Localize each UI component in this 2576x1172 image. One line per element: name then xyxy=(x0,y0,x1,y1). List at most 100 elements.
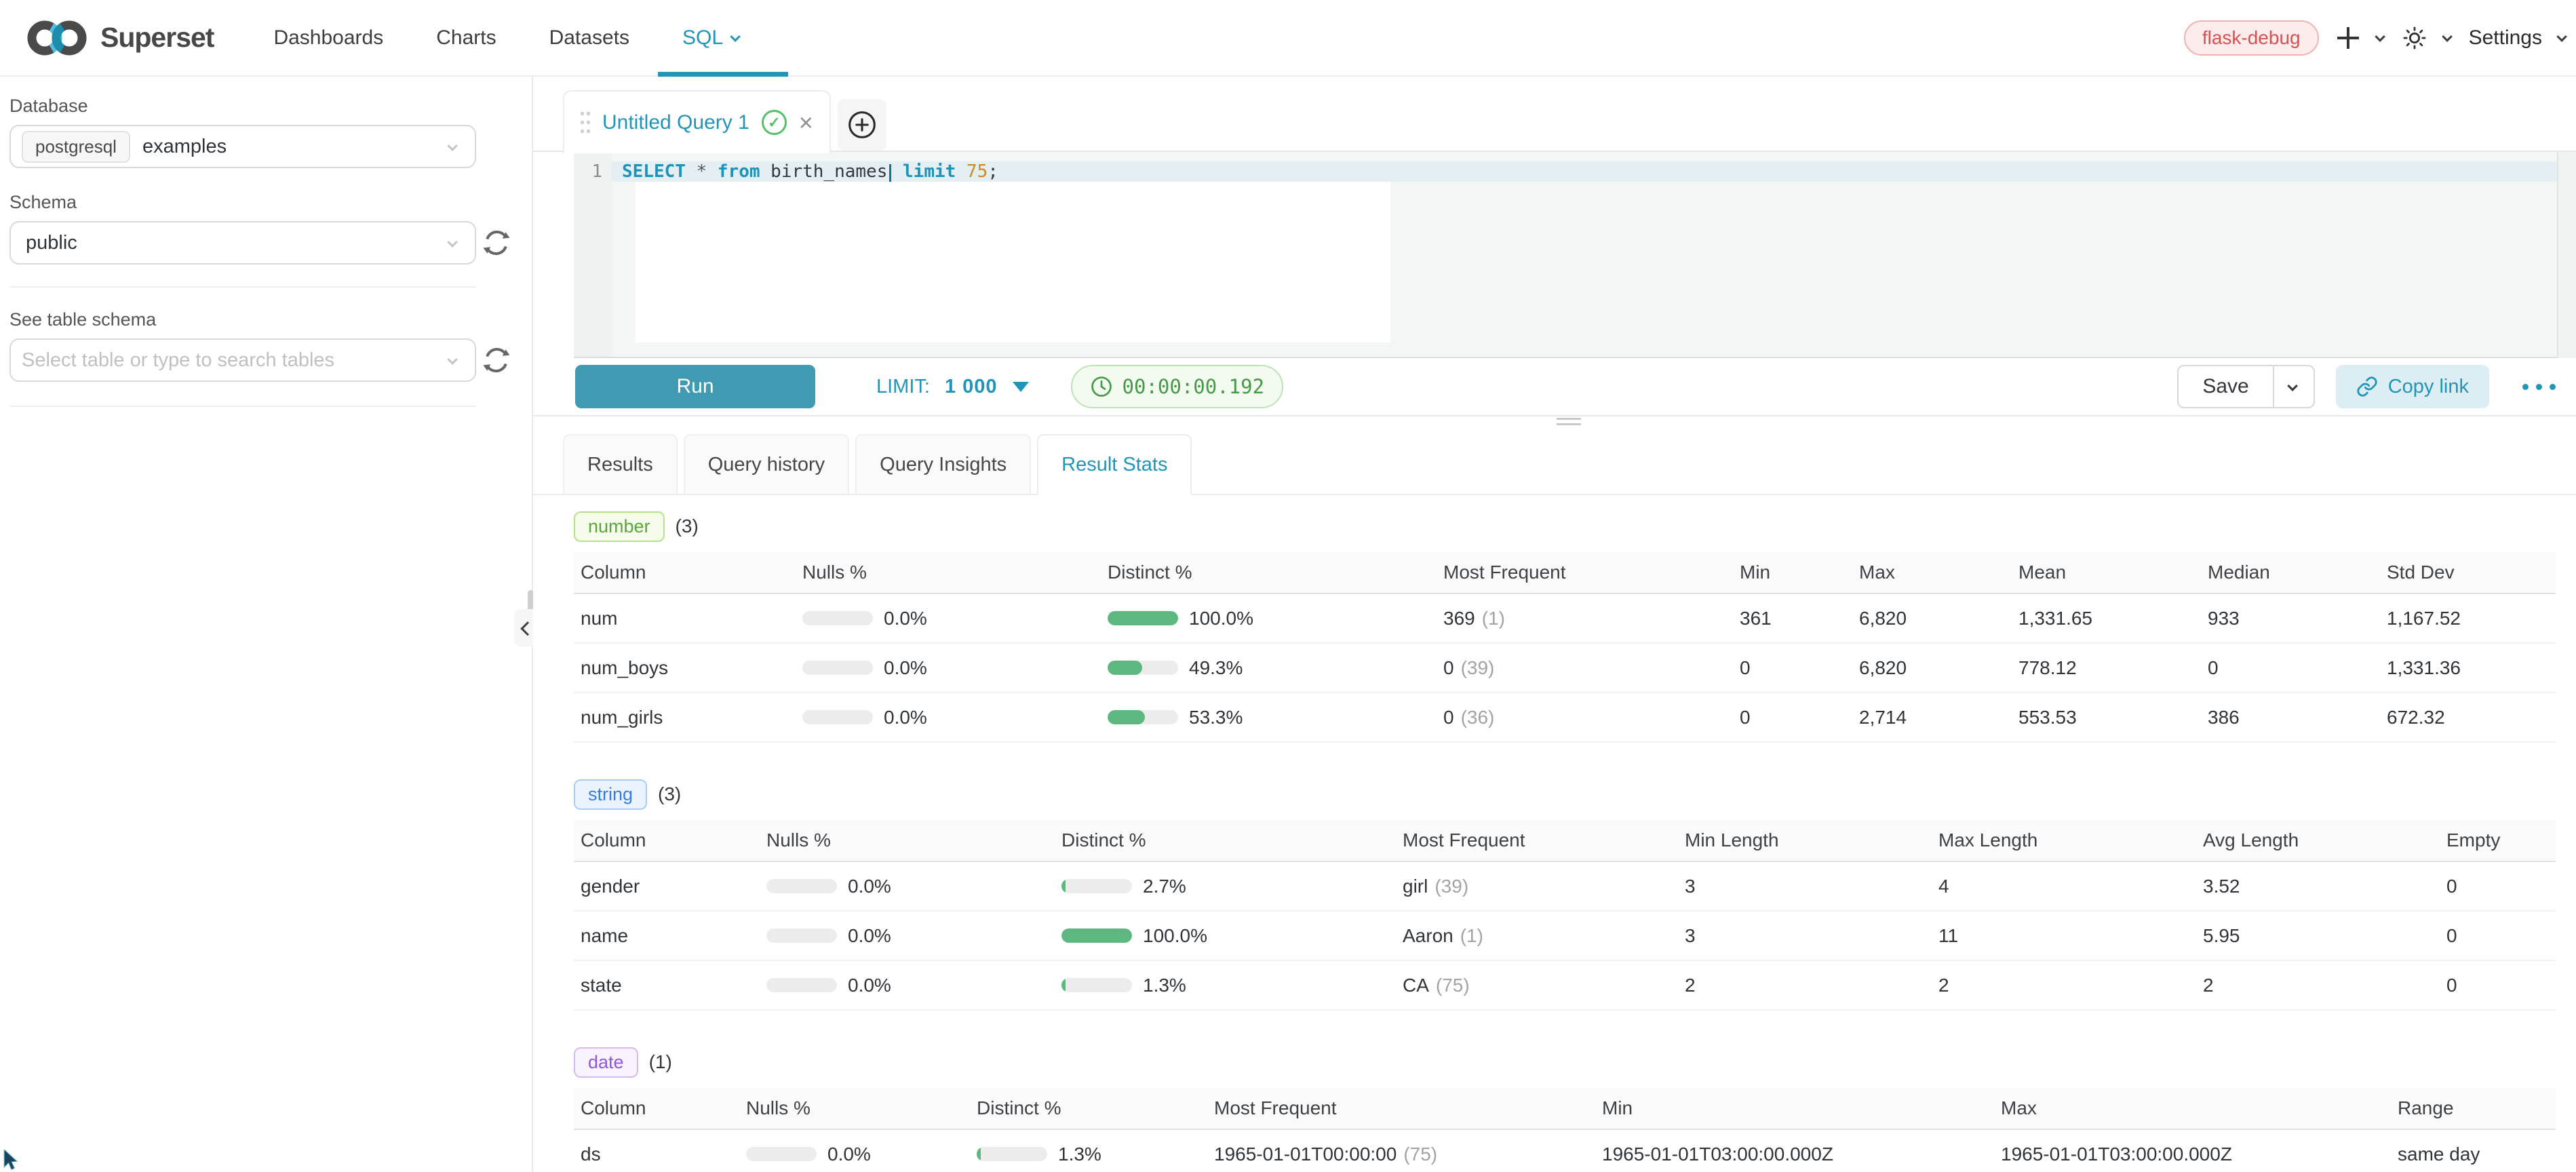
most-frequent-cell: 0 (39) xyxy=(1443,657,1740,679)
nav-item-sql[interactable]: SQL xyxy=(682,0,740,75)
tab-results[interactable]: Results xyxy=(563,434,678,495)
table-row: num_boys0.0%49.3%0(39)06,820778.1201,331… xyxy=(574,644,2556,693)
column-count: (1) xyxy=(649,1051,672,1073)
table-select[interactable]: Select table or type to search tables xyxy=(9,338,476,382)
most-frequent-cell: 0(36) xyxy=(1443,707,1740,728)
column-header: Column xyxy=(574,829,766,851)
nulls-pct: 0.0% xyxy=(848,876,891,897)
database-select[interactable]: postgresql examples xyxy=(9,125,476,168)
most-frequent-cell: Aaron(1) xyxy=(1403,925,1685,947)
stat-value: 672.32 xyxy=(2387,707,2556,728)
stat-column-name: state xyxy=(574,975,766,996)
bar-fill xyxy=(977,1147,981,1161)
save-dropdown-button[interactable] xyxy=(2274,366,2314,407)
distinct-bar xyxy=(1108,710,1178,724)
nulls-bar xyxy=(746,1147,817,1161)
drag-handle-icon[interactable] xyxy=(581,109,590,136)
column-header: Column xyxy=(574,1097,746,1119)
stat-value: 0 xyxy=(1740,707,1859,728)
tab-query-history[interactable]: Query history xyxy=(684,434,849,495)
nulls-pct: 0.0% xyxy=(827,1144,871,1165)
column-header: Range xyxy=(2398,1097,2556,1119)
nav-item-charts[interactable]: Charts xyxy=(436,0,496,75)
type-badge-string: string xyxy=(574,779,647,810)
copy-link-button[interactable]: Copy link xyxy=(2336,365,2489,408)
save-split-button[interactable]: Save xyxy=(2177,365,2314,408)
superset-logo-icon xyxy=(26,17,91,59)
stat-value: 1,167.52 xyxy=(2387,608,2556,629)
distinct-bar xyxy=(1061,879,1132,893)
elapsed-time-value: 00:00:00.192 xyxy=(1123,375,1265,398)
sql-token: limit xyxy=(892,161,956,182)
run-button[interactable]: Run xyxy=(575,365,815,408)
nav-item-datasets[interactable]: Datasets xyxy=(549,0,629,75)
stat-column-name: ds xyxy=(574,1144,746,1165)
editor-gutter: 1 xyxy=(574,152,612,357)
chevron-down-icon[interactable] xyxy=(2375,31,2385,42)
new-tab-button[interactable] xyxy=(838,99,886,151)
refresh-tables-icon[interactable] xyxy=(482,345,511,375)
most-frequent-value: 0 xyxy=(1443,657,1454,678)
stats-sections: number(3)ColumnNulls %Distinct %Most Fre… xyxy=(574,510,2556,1172)
link-icon xyxy=(2356,376,2378,397)
sql-editor[interactable]: 1 SELECT * from birth_names limit 75; xyxy=(574,152,2557,358)
column-header: Distinct % xyxy=(977,1097,1214,1119)
plus-icon[interactable] xyxy=(2336,26,2360,50)
brand[interactable]: Superset xyxy=(26,17,214,59)
distinct-bar xyxy=(1061,978,1132,992)
settings-menu[interactable]: Settings xyxy=(2469,26,2542,50)
more-options-icon[interactable] xyxy=(2522,384,2556,390)
mouse-cursor-icon xyxy=(0,1150,23,1172)
results-tabbar: ResultsQuery historyQuery InsightsResult… xyxy=(533,416,2576,495)
close-tab-icon[interactable]: × xyxy=(799,111,813,135)
distinct-pct: 2.7% xyxy=(1143,876,1186,897)
most-frequent-cell: girl(39) xyxy=(1403,876,1685,897)
stat-column-name: num_girls xyxy=(574,707,802,728)
theme-sun-icon[interactable] xyxy=(2402,25,2427,51)
stat-value: 1,331.65 xyxy=(2018,608,2208,629)
nulls-pct: 0.0% xyxy=(848,975,891,996)
most-frequent-value: 0 xyxy=(1443,707,1454,728)
table-cell: 53.3% xyxy=(1108,707,1443,728)
nav-menu: Dashboards Charts Datasets SQL xyxy=(273,0,740,75)
stat-column-name: name xyxy=(574,925,766,947)
chevron-down-icon xyxy=(447,237,458,248)
table-cell: 0.0% xyxy=(802,657,1108,679)
editor-scrollbar-track[interactable] xyxy=(2557,152,2576,358)
column-header: Most Frequent xyxy=(1403,829,1685,851)
distinct-pct: 1.3% xyxy=(1058,1144,1101,1165)
column-header: Nulls % xyxy=(746,1097,977,1119)
nulls-pct: 0.0% xyxy=(884,707,927,728)
table-header-row: ColumnNulls %Distinct %Most FrequentMinM… xyxy=(574,552,2556,594)
most-frequent-count: (75) xyxy=(1436,975,1470,996)
editor-content-area xyxy=(636,182,1390,343)
tab-result-stats[interactable]: Result Stats xyxy=(1037,434,1192,495)
most-frequent-cell: 369(1) xyxy=(1443,608,1740,629)
most-frequent-count: (39) xyxy=(1461,657,1495,678)
chevron-down-icon[interactable] xyxy=(2556,31,2567,42)
stat-value: same day xyxy=(2398,1144,2556,1165)
tab-query-insights[interactable]: Query Insights xyxy=(855,434,1031,495)
most-frequent-value: CA xyxy=(1403,975,1429,996)
bar-fill xyxy=(1108,661,1142,675)
brand-name: Superset xyxy=(100,22,214,54)
column-header: Min xyxy=(1602,1097,2001,1119)
query-tab[interactable]: Untitled Query 1 ✓ × xyxy=(563,90,831,153)
refresh-schema-icon[interactable] xyxy=(482,228,511,258)
column-header: Avg Length xyxy=(2203,829,2446,851)
panel-resize-handle[interactable] xyxy=(1557,418,1581,425)
nav-item-dashboards[interactable]: Dashboards xyxy=(273,0,383,75)
most-frequent-count: (75) xyxy=(1403,1144,1437,1165)
save-button[interactable]: Save xyxy=(2179,366,2273,407)
chevron-down-icon[interactable] xyxy=(2442,31,2453,42)
line-number: 1 xyxy=(574,161,612,182)
divider xyxy=(9,286,476,288)
table-cell: 0.0% xyxy=(746,1144,977,1165)
sql-token: * xyxy=(686,161,718,182)
nav-item-label: Datasets xyxy=(549,26,629,50)
table-cell: 0.0% xyxy=(802,608,1108,629)
limit-dropdown[interactable]: LIMIT: 1 000 xyxy=(876,376,1029,398)
schema-select[interactable]: public xyxy=(9,221,476,265)
table-row: num0.0%100.0%369(1)3616,8201,331.659331,… xyxy=(574,594,2556,644)
stat-value: 0 xyxy=(2446,925,2556,947)
